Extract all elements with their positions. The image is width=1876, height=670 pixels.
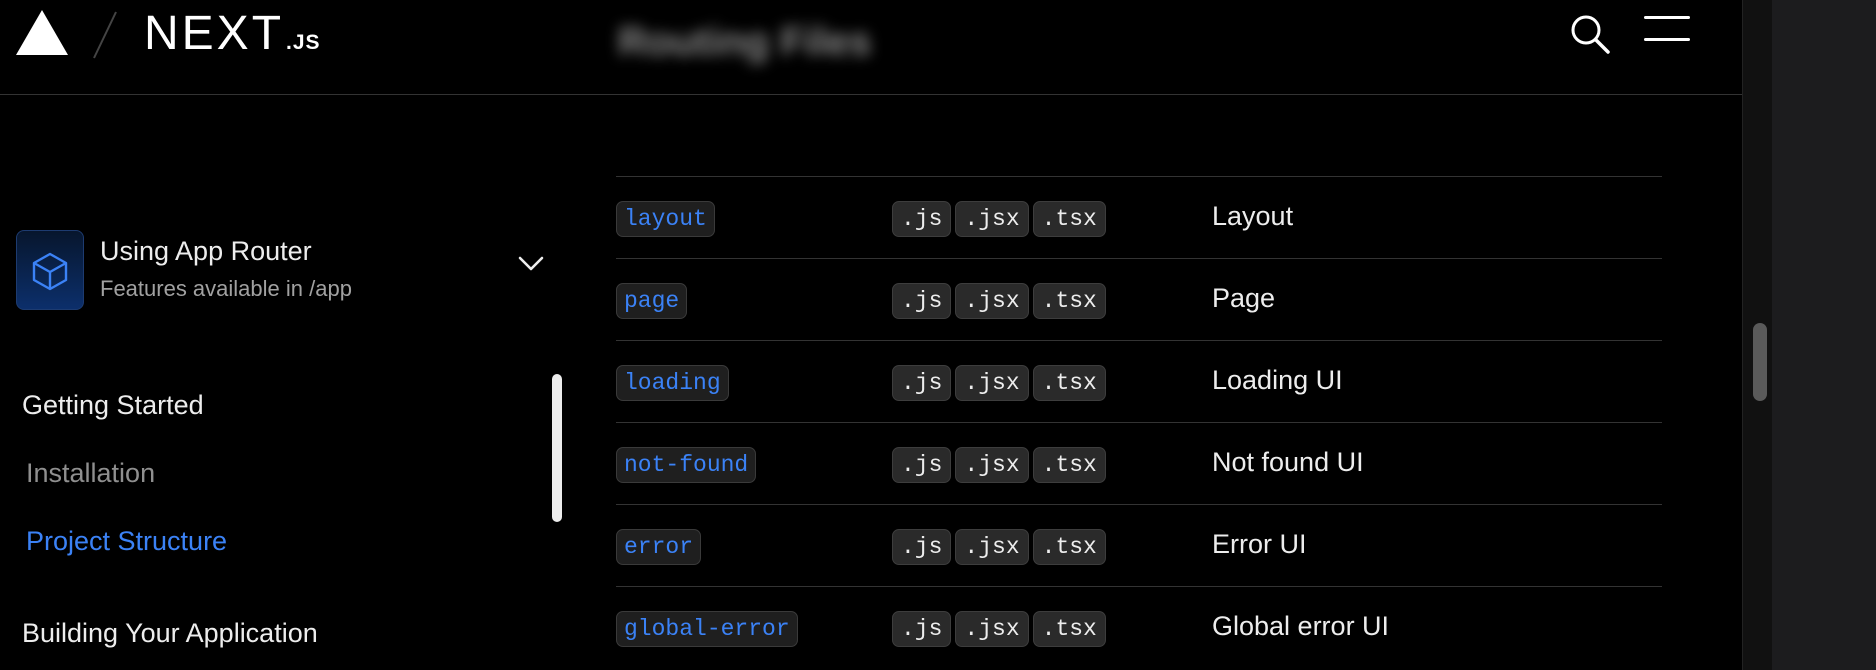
- cube-icon: [32, 252, 68, 291]
- ext-badge: .tsx: [1032, 529, 1106, 565]
- routing-files-table: layout .js .jsx .tsx Layout page .js .jsx .t…: [616, 176, 1662, 668]
- router-switcher[interactable]: Using App Router Features available in /…: [16, 230, 556, 312]
- ext-badge: .tsx: [1032, 447, 1106, 483]
- nextjs-logo[interactable]: NEXT.JS: [144, 6, 321, 61]
- extensions: .js .jsx .tsx: [892, 611, 1110, 647]
- ext-badge: .jsx: [955, 447, 1029, 483]
- file-name: page: [616, 283, 688, 319]
- file-purpose: Layout: [1212, 201, 1294, 231]
- router-icon-box: [16, 230, 84, 310]
- sidebar-item-project-structure[interactable]: Project Structure: [26, 526, 227, 557]
- sidebar-scrollbar[interactable]: [552, 374, 562, 522]
- table-row: error .js .jsx .tsx Error UI: [616, 504, 1662, 586]
- ext-badge: .jsx: [955, 611, 1029, 647]
- file-name: layout: [616, 201, 715, 237]
- ext-badge: .tsx: [1032, 283, 1106, 319]
- vercel-triangle-icon[interactable]: [16, 10, 68, 56]
- sidebar-item-installation[interactable]: Installation: [26, 458, 155, 489]
- router-title: Using App Router: [100, 236, 312, 266]
- file-name: not-found: [616, 447, 757, 483]
- file-purpose: Global error UI: [1212, 611, 1390, 641]
- file-purpose: Not found UI: [1212, 447, 1364, 477]
- file-purpose: Error UI: [1212, 529, 1307, 559]
- window-scrollbar-thumb[interactable]: [1753, 323, 1767, 401]
- ext-badge: .js: [892, 529, 952, 565]
- ext-badge: .js: [892, 447, 952, 483]
- wordmark-text: NEXT: [144, 7, 285, 60]
- ext-badge: .js: [892, 201, 952, 237]
- table-row: page .js .jsx .tsx Page: [616, 258, 1662, 340]
- table-row: not-found .js .jsx .tsx Not found UI: [616, 422, 1662, 504]
- window-scrollbar-track[interactable]: [1742, 0, 1773, 670]
- sidebar-heading-getting-started[interactable]: Getting Started: [22, 390, 204, 421]
- ext-badge: .jsx: [955, 201, 1029, 237]
- ext-badge: .js: [892, 611, 952, 647]
- chevron-down-icon[interactable]: [516, 252, 546, 274]
- wordmark-suffix: .JS: [286, 31, 321, 54]
- search-icon[interactable]: [1568, 12, 1612, 56]
- extensions: .js .jsx .tsx: [892, 447, 1110, 483]
- file-purpose: Loading UI: [1212, 365, 1343, 395]
- slash-divider-icon: [93, 11, 117, 59]
- file-purpose: Page: [1212, 283, 1276, 313]
- extensions: .js .jsx .tsx: [892, 529, 1110, 565]
- file-name: loading: [616, 365, 729, 401]
- menu-icon[interactable]: [1644, 16, 1690, 50]
- table-row: loading .js .jsx .tsx Loading UI: [616, 340, 1662, 422]
- ext-badge: .jsx: [955, 365, 1029, 401]
- ext-badge: .tsx: [1032, 611, 1106, 647]
- ext-badge: .tsx: [1032, 201, 1106, 237]
- top-header: NEXT.JS Routing Files: [0, 0, 1742, 95]
- page-title: Routing Files: [618, 20, 872, 64]
- ext-badge: .tsx: [1032, 365, 1106, 401]
- table-row: global-error .js .jsx .tsx Global error UI: [616, 586, 1662, 668]
- ext-badge: .js: [892, 283, 952, 319]
- docs-page: NEXT.JS Routing Files Using App Router F…: [0, 0, 1742, 670]
- sidebar-heading-building[interactable]: Building Your Application: [22, 618, 318, 649]
- ext-badge: .jsx: [955, 529, 1029, 565]
- ext-badge: .js: [892, 365, 952, 401]
- extensions: .js .jsx .tsx: [892, 201, 1110, 237]
- table-row: layout .js .jsx .tsx Layout: [616, 176, 1662, 258]
- extensions: .js .jsx .tsx: [892, 365, 1110, 401]
- window-edge: [1772, 0, 1876, 670]
- router-subtitle: Features available in /app: [100, 276, 352, 301]
- extensions: .js .jsx .tsx: [892, 283, 1110, 319]
- file-name: global-error: [616, 611, 798, 647]
- ext-badge: .jsx: [955, 283, 1029, 319]
- file-name: error: [616, 529, 702, 565]
